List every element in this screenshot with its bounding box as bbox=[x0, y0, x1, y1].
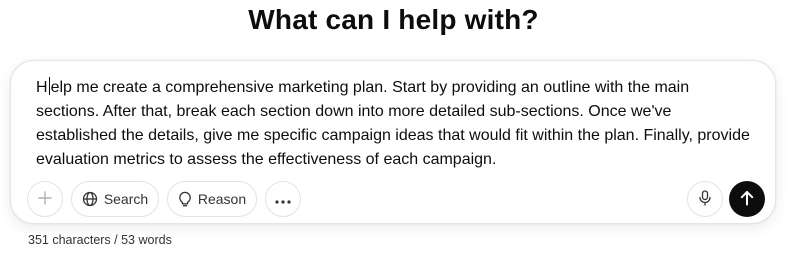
text-caret bbox=[48, 77, 50, 95]
prompt-text-start: H bbox=[36, 79, 48, 96]
ellipsis-icon bbox=[275, 191, 291, 207]
search-button[interactable]: Search bbox=[71, 181, 159, 217]
prompt-composer: Help me create a comprehensive marketing… bbox=[10, 60, 776, 224]
reason-button-label: Reason bbox=[197, 191, 247, 207]
lightbulb-icon bbox=[178, 191, 192, 207]
reason-button[interactable]: Reason bbox=[167, 181, 257, 217]
character-word-counter: 351 characters / 53 words bbox=[28, 233, 172, 247]
plus-icon bbox=[38, 190, 52, 208]
globe-icon bbox=[82, 191, 98, 207]
search-button-label: Search bbox=[103, 191, 149, 207]
arrow-up-icon bbox=[740, 190, 754, 209]
microphone-icon bbox=[699, 189, 711, 209]
page-title: What can I help with? bbox=[248, 4, 539, 35]
attach-button[interactable] bbox=[27, 181, 63, 217]
voice-input-button[interactable] bbox=[687, 181, 723, 217]
chat-home: What can I help with? Help me create a c… bbox=[0, 0, 787, 254]
prompt-text-rest: elp me create a comprehensive marketing … bbox=[36, 79, 750, 168]
prompt-textarea[interactable]: Help me create a comprehensive marketing… bbox=[36, 76, 751, 172]
send-button[interactable] bbox=[729, 181, 765, 217]
more-options-button[interactable] bbox=[265, 181, 301, 217]
